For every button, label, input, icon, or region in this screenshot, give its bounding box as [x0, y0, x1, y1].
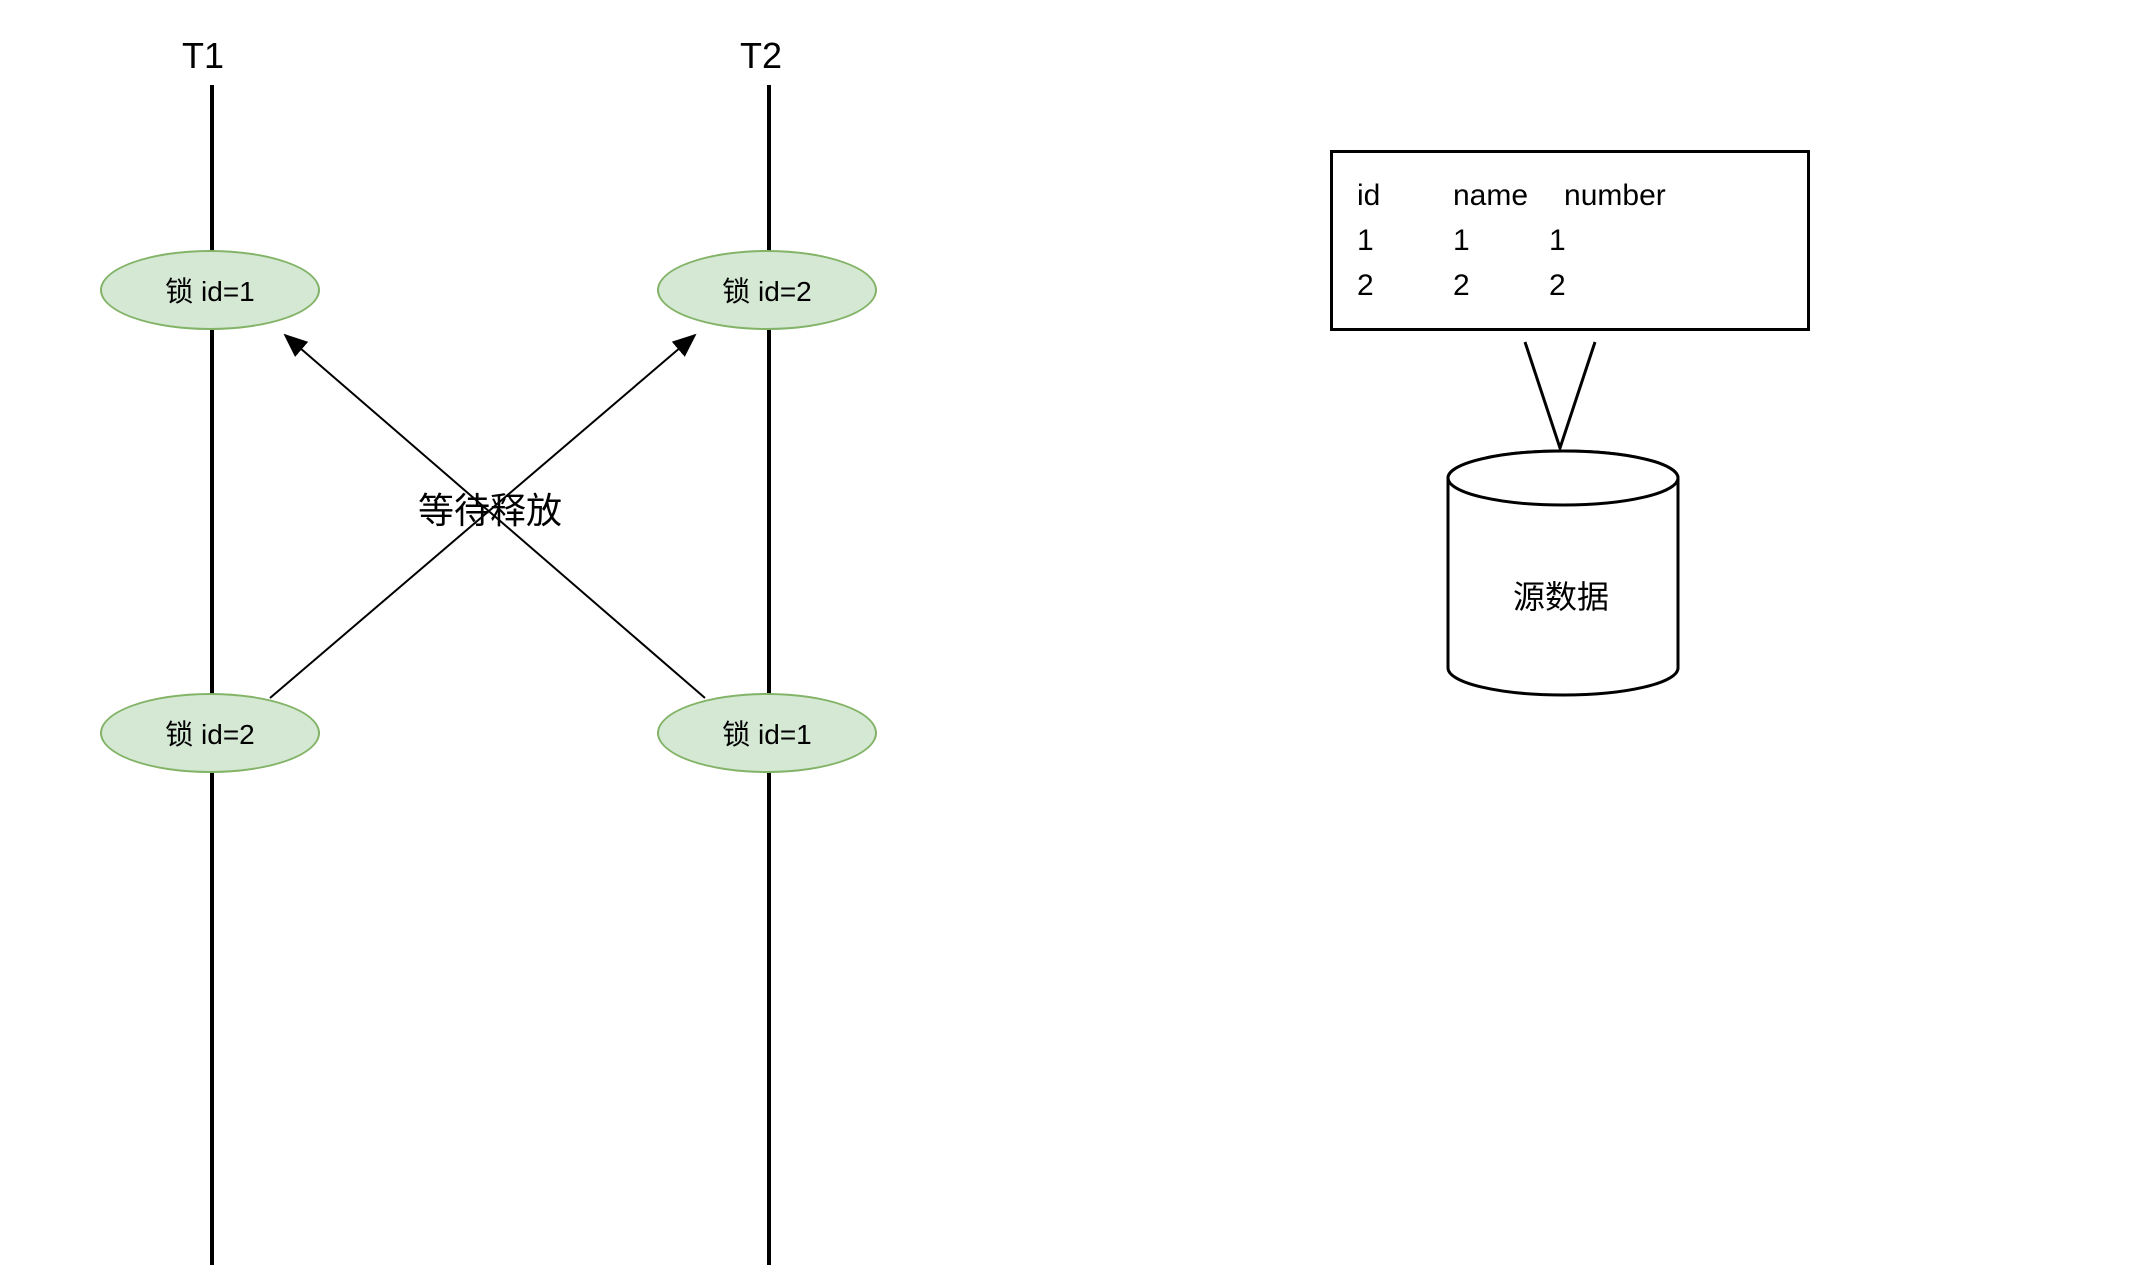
center-wait-label: 等待释放: [418, 482, 562, 534]
table-cell: 1: [1357, 218, 1417, 263]
table-row: 2 2 2: [1357, 263, 1783, 308]
lock-t1-bottom: 锁 id=2: [100, 693, 320, 773]
lock-t2-top: 锁 id=2: [657, 250, 877, 330]
diagram-container: T1 T2 锁 id=1 锁 id=2 锁 id=2 锁 id=1 等待释放 i…: [0, 0, 2152, 1252]
table-header-id: id: [1357, 173, 1417, 218]
lock-t2-bottom-text: 锁 id=1: [722, 713, 812, 753]
table-header-row: id name number: [1357, 173, 1783, 218]
data-table-callout: id name number 1 1 1 2 2 2: [1330, 150, 1810, 331]
thread-t1-label: T1: [182, 35, 224, 77]
table-row: 1 1 1: [1357, 218, 1783, 263]
table-header-name: name: [1453, 173, 1528, 218]
table-header-number: number: [1564, 173, 1666, 218]
cylinder-label: 源数据: [1513, 572, 1609, 618]
table-cell: 2: [1357, 263, 1417, 308]
callout-tail: [1525, 342, 1595, 448]
table-cell: 2: [1453, 263, 1513, 308]
lock-t2-bottom: 锁 id=1: [657, 693, 877, 773]
lock-t1-top-text: 锁 id=1: [165, 270, 255, 310]
lock-t1-bottom-text: 锁 id=2: [165, 713, 255, 753]
lock-t2-top-text: 锁 id=2: [722, 270, 812, 310]
table-cell: 1: [1549, 218, 1609, 263]
arrows-svg: [0, 0, 2152, 1252]
table-cell: 1: [1453, 218, 1513, 263]
table-cell: 2: [1549, 263, 1609, 308]
thread-t2-label: T2: [740, 35, 782, 77]
lock-t1-top: 锁 id=1: [100, 250, 320, 330]
